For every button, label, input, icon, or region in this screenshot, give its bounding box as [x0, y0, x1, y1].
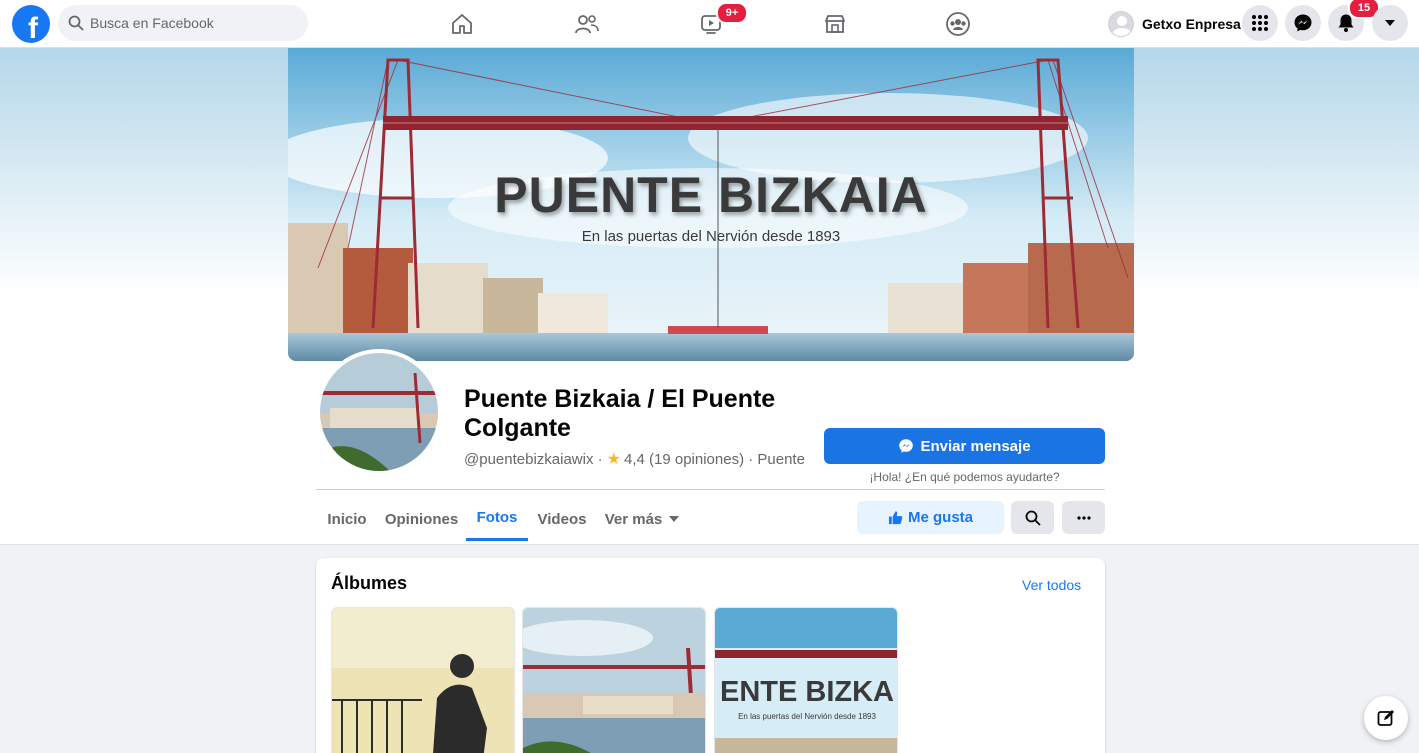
- watch-badge: 9+: [716, 2, 748, 24]
- nav-watch[interactable]: 9+: [656, 2, 766, 44]
- tab-opiniones[interactable]: Opiniones: [384, 497, 459, 541]
- compose-icon: [1377, 710, 1394, 726]
- caret-down-icon: [669, 516, 680, 522]
- nav-home[interactable]: [407, 4, 517, 44]
- account-menu-button[interactable]: [1372, 5, 1408, 41]
- friends-icon: [575, 15, 599, 34]
- send-message-label: Enviar mensaje: [920, 437, 1031, 455]
- profile-picture[interactable]: [316, 349, 442, 475]
- album-photo-vintage: [332, 608, 514, 753]
- search-icon: [68, 15, 84, 31]
- album-thumbnail[interactable]: ENTE BIZKA En las puertas del Nervión de…: [714, 607, 898, 753]
- albums-card: Álbumes Ver todos ENTE BIZKA En las puer…: [316, 558, 1105, 753]
- album-photo-bridge: [523, 608, 705, 753]
- thumbs-up-icon: [888, 511, 903, 525]
- facebook-logo[interactable]: f: [12, 5, 50, 43]
- like-label: Me gusta: [907, 509, 973, 526]
- tab-label: Ver más: [604, 510, 663, 528]
- messenger-icon: [1294, 14, 1312, 32]
- page-title: Puente Bizkaia / El Puente Colgante: [464, 385, 776, 442]
- messenger-icon: [899, 439, 914, 453]
- profile-name: Getxo Enpresa: [1142, 16, 1241, 32]
- albums-title: Álbumes: [331, 573, 408, 593]
- tab-label: Fotos: [476, 509, 518, 526]
- cover-subtitle: En las puertas del Nervión desde 1893: [581, 228, 841, 245]
- grid-menu-icon: [1252, 15, 1268, 31]
- messenger-button[interactable]: [1285, 5, 1321, 41]
- star-icon: ★: [606, 451, 621, 468]
- message-hint: ¡Hola! ¿En qué podemos ayudarte?: [869, 470, 1060, 484]
- marketplace-icon: [825, 15, 845, 33]
- tab-ver-mas[interactable]: Ver más: [604, 497, 680, 541]
- cover-photo[interactable]: PUENTE BIZKAIA En las puertas del Nervió…: [288, 48, 1134, 361]
- page-meta: @puentebizkaiawix · ★ 4,4 (19 opiniones)…: [464, 449, 805, 469]
- album-cover-title: ENTE BIZKA: [720, 676, 894, 708]
- tab-inicio[interactable]: Inicio: [323, 497, 371, 541]
- like-button[interactable]: Me gusta: [857, 501, 1004, 534]
- search-icon: [1025, 510, 1040, 525]
- nav-groups[interactable]: [903, 4, 1013, 44]
- menu-button[interactable]: [1242, 5, 1278, 41]
- search-input[interactable]: [90, 15, 290, 31]
- more-options-button[interactable]: [1062, 501, 1105, 534]
- top-navigation-bar: f 9+ Getxo Enpresa 15: [0, 0, 1419, 48]
- send-message-button[interactable]: Enviar mensaje: [824, 428, 1105, 464]
- album-thumbnail[interactable]: [331, 607, 515, 753]
- tab-label: Opiniones: [384, 510, 459, 528]
- page-handle: @puentebizkaiawix ·: [464, 450, 603, 468]
- home-icon: [452, 14, 472, 34]
- new-message-button[interactable]: [1364, 696, 1408, 740]
- page-search-button[interactable]: [1011, 501, 1054, 534]
- tab-label: Inicio: [327, 510, 367, 528]
- album-cover-subtitle: En las puertas del Nervión desde 1893: [738, 712, 876, 721]
- header-divider: [316, 489, 1105, 490]
- notifications-button[interactable]: 15: [1328, 0, 1380, 41]
- avatar: [1108, 11, 1134, 37]
- profile-bridge-image: [320, 353, 438, 471]
- tab-label: Videos: [537, 510, 587, 528]
- search-box[interactable]: [58, 5, 308, 41]
- groups-icon: [946, 12, 970, 36]
- tab-fotos[interactable]: Fotos: [466, 497, 528, 541]
- cover-title: PUENTE BIZKAIA: [494, 167, 928, 223]
- profile-shortcut[interactable]: Getxo Enpresa: [1104, 6, 1249, 42]
- caret-down-icon: [1385, 20, 1395, 26]
- nav-marketplace[interactable]: [780, 4, 890, 44]
- ellipsis-icon: [1076, 515, 1091, 520]
- nav-friends[interactable]: [532, 4, 642, 44]
- see-all-link[interactable]: Ver todos: [1022, 577, 1081, 593]
- album-thumbnail[interactable]: [522, 607, 706, 753]
- tab-videos[interactable]: Videos: [535, 497, 589, 541]
- page-rating[interactable]: 4,4 (19 opiniones) · Puente: [624, 451, 805, 468]
